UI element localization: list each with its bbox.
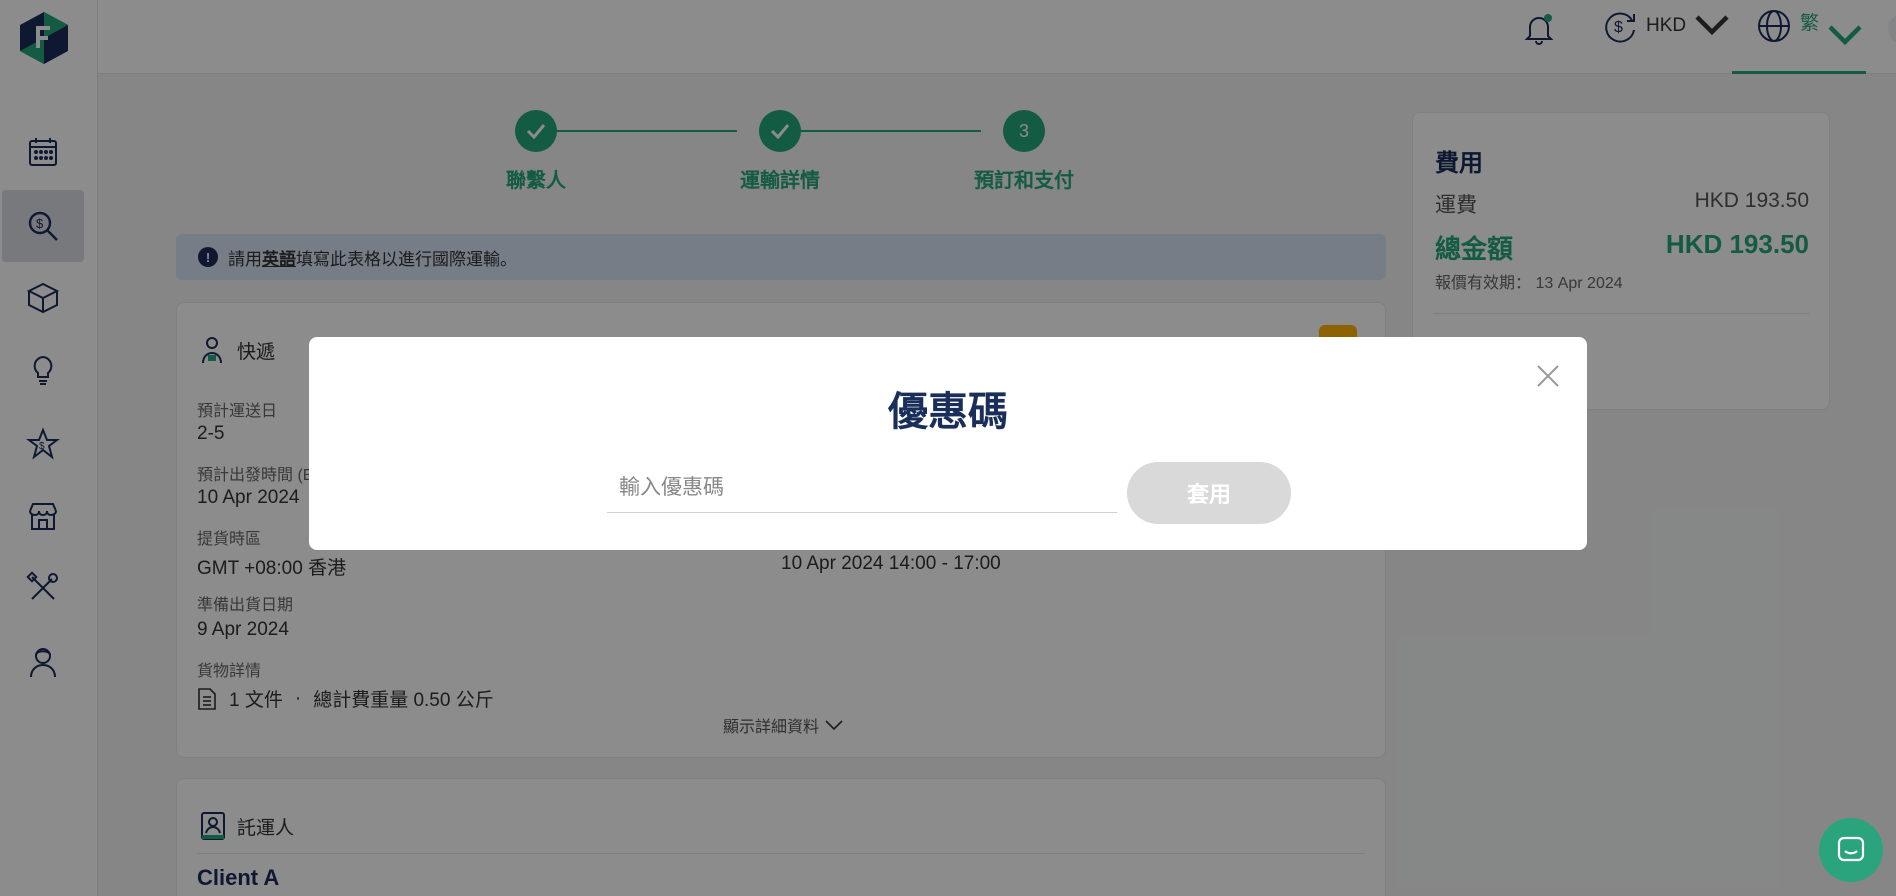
modal-title: 優惠碼 bbox=[888, 390, 1008, 434]
promo-code-input[interactable] bbox=[607, 463, 1117, 513]
chat-icon bbox=[1837, 836, 1865, 862]
close-icon[interactable] bbox=[1535, 363, 1561, 389]
promo-code-modal: 優惠碼 套用 bbox=[309, 337, 1587, 550]
chat-support-button[interactable] bbox=[1819, 818, 1883, 882]
apply-button[interactable]: 套用 bbox=[1127, 462, 1291, 524]
